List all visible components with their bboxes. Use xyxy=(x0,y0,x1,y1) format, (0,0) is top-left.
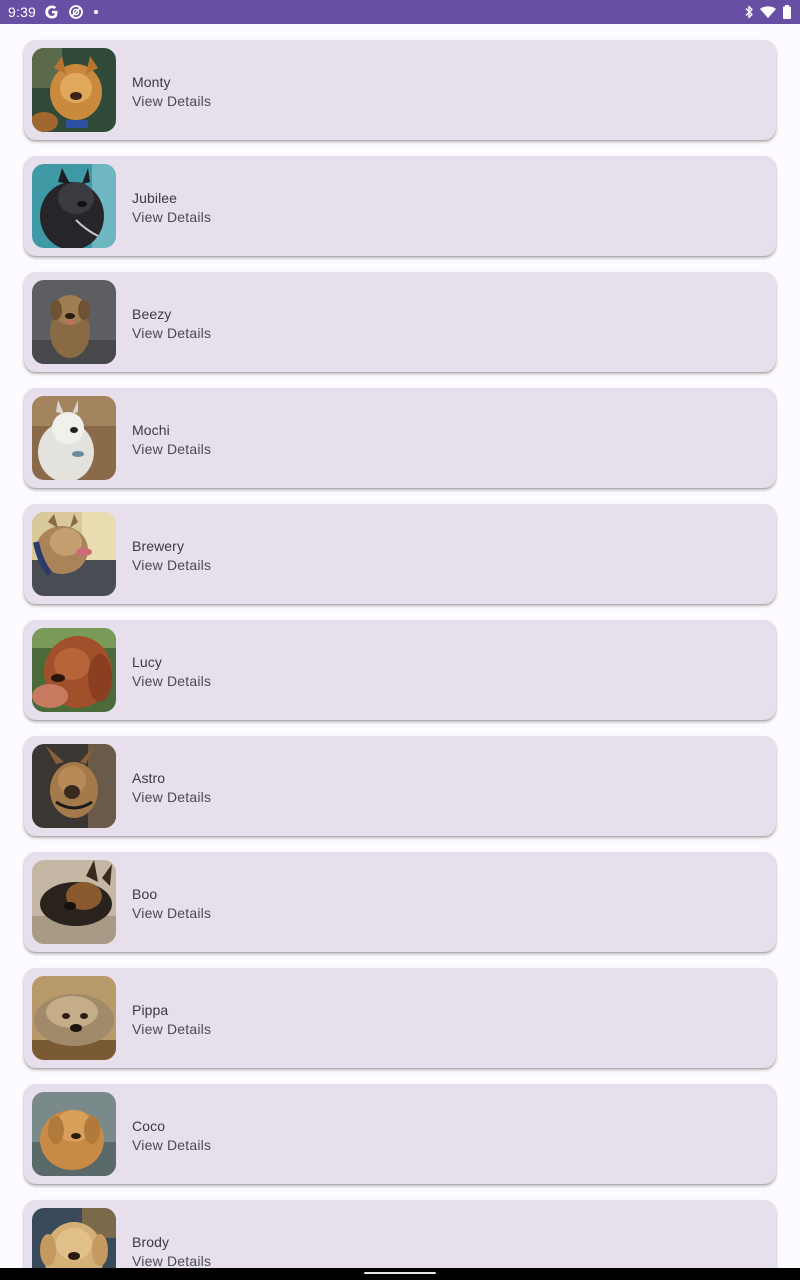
dog-card-text: Lucy View Details xyxy=(132,653,211,691)
dog-name: Jubilee xyxy=(132,190,178,206)
dog-card[interactable]: Brewery View Details xyxy=(24,504,776,604)
dog-card[interactable]: Mochi View Details xyxy=(24,388,776,488)
dog-name: Coco xyxy=(132,1118,166,1134)
dog-photo-brewery xyxy=(32,512,116,596)
dog-card[interactable]: Brody View Details xyxy=(24,1200,776,1268)
dog-name: Mochi xyxy=(132,422,170,438)
dog-card[interactable]: Pippa View Details xyxy=(24,968,776,1068)
view-details-link[interactable]: View Details xyxy=(132,92,211,111)
dog-photo-beezy xyxy=(32,280,116,364)
dog-card-text: Coco View Details xyxy=(132,1117,211,1155)
dog-card-text: Jubilee View Details xyxy=(132,189,211,227)
dog-name: Astro xyxy=(132,770,166,786)
view-details-link[interactable]: View Details xyxy=(132,904,211,923)
view-details-link[interactable]: View Details xyxy=(132,208,211,227)
google-icon xyxy=(44,4,60,20)
status-right xyxy=(744,4,792,20)
home-indicator[interactable] xyxy=(364,1272,436,1274)
dot-icon xyxy=(92,4,100,20)
dog-card-text: Brody View Details xyxy=(132,1233,211,1268)
dog-name: Brewery xyxy=(132,538,185,554)
dog-card-text: Mochi View Details xyxy=(132,421,211,459)
dog-name: Beezy xyxy=(132,306,172,322)
dog-card[interactable]: Jubilee View Details xyxy=(24,156,776,256)
battery-icon xyxy=(782,4,792,20)
dog-card-text: Boo View Details xyxy=(132,885,211,923)
dog-photo-coco xyxy=(32,1092,116,1176)
dog-name: Pippa xyxy=(132,1002,169,1018)
status-left: 9:39 xyxy=(8,4,100,20)
dog-name: Monty xyxy=(132,74,171,90)
dog-card-text: Pippa View Details xyxy=(132,1001,211,1039)
view-details-link[interactable]: View Details xyxy=(132,1020,211,1039)
dog-photo-brody xyxy=(32,1208,116,1268)
view-details-link[interactable]: View Details xyxy=(132,324,211,343)
status-bar: 9:39 xyxy=(0,0,800,24)
dog-photo-boo xyxy=(32,860,116,944)
dog-card[interactable]: Coco View Details xyxy=(24,1084,776,1184)
dog-card[interactable]: Lucy View Details xyxy=(24,620,776,720)
dog-name: Lucy xyxy=(132,654,162,670)
status-time: 9:39 xyxy=(8,4,37,20)
view-details-link[interactable]: View Details xyxy=(132,1252,211,1268)
dog-card-text: Brewery View Details xyxy=(132,537,211,575)
dog-card[interactable]: Boo View Details xyxy=(24,852,776,952)
dog-photo-astro xyxy=(32,744,116,828)
view-details-link[interactable]: View Details xyxy=(132,788,211,807)
dog-card[interactable]: Beezy View Details xyxy=(24,272,776,372)
dog-card[interactable]: Astro View Details xyxy=(24,736,776,836)
dog-photo-pippa xyxy=(32,976,116,1060)
view-details-link[interactable]: View Details xyxy=(132,556,211,575)
navigation-bar xyxy=(0,1268,800,1280)
dog-name: Boo xyxy=(132,886,158,902)
dog-card[interactable]: Monty View Details xyxy=(24,40,776,140)
data-saver-icon xyxy=(68,4,84,20)
view-details-link[interactable]: View Details xyxy=(132,672,211,691)
dog-photo-jubilee xyxy=(32,164,116,248)
dog-card-text: Monty View Details xyxy=(132,73,211,111)
wifi-icon xyxy=(759,4,777,20)
dog-name: Brody xyxy=(132,1234,170,1250)
view-details-link[interactable]: View Details xyxy=(132,1136,211,1155)
dog-photo-lucy xyxy=(32,628,116,712)
dog-photo-monty xyxy=(32,48,116,132)
dog-card-text: Astro View Details xyxy=(132,769,211,807)
dog-photo-mochi xyxy=(32,396,116,480)
view-details-link[interactable]: View Details xyxy=(132,440,211,459)
bluetooth-icon xyxy=(744,4,754,20)
dog-list[interactable]: Monty View Details Jubilee View Details xyxy=(0,24,800,1268)
dog-card-text: Beezy View Details xyxy=(132,305,211,343)
